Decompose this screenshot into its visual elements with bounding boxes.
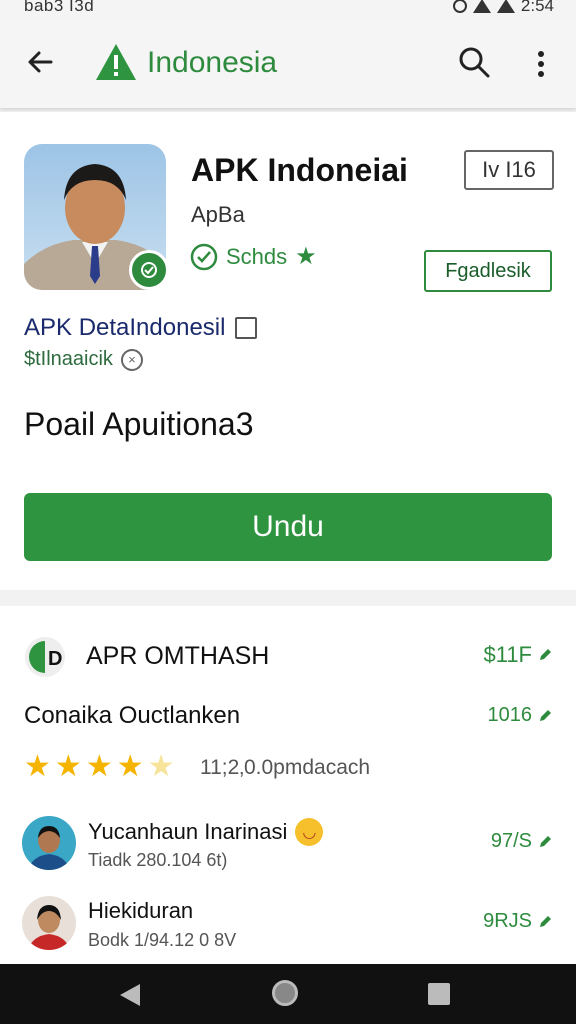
signal-icon xyxy=(496,0,515,13)
review-meta: Tiadk 280.104 6t) xyxy=(88,850,228,870)
detail-title-row: APK DetaIndonesil xyxy=(24,314,258,342)
status-left-text: bab3 I3d xyxy=(24,0,95,15)
sub-label: Conaika Ouctlanken xyxy=(24,702,241,729)
edit-icon xyxy=(540,835,551,847)
close-circle-icon[interactable]: × xyxy=(120,348,143,371)
rating-stars: ★ ★ ★ ★ ★ xyxy=(24,752,175,782)
star-half-icon: ★ xyxy=(147,750,175,783)
avatar xyxy=(22,816,76,870)
review-value[interactable]: 97/S xyxy=(491,830,552,853)
check-circle-icon xyxy=(190,243,218,270)
detail-subtitle-row: $tIlnaaicik × xyxy=(24,348,143,371)
rating-count-text: 11;2‚0.0pmdacach xyxy=(200,756,371,779)
review-value-text: 97/S xyxy=(490,830,532,852)
warning-logo-icon xyxy=(94,42,138,87)
reviewer-name: Yucanhaun Inarinasi xyxy=(88,819,288,844)
section-value-text: $11F xyxy=(483,642,532,667)
review-value[interactable]: 9RJS xyxy=(483,910,552,933)
star-icon: ★ xyxy=(85,750,113,783)
section-logo-icon: D xyxy=(24,636,66,678)
sub-value[interactable]: 1016 xyxy=(488,704,553,727)
system-nav-bar xyxy=(0,964,576,1024)
section-title: APR OMTHASH xyxy=(86,642,270,670)
rating-row: Schds ★ xyxy=(190,242,317,271)
back-arrow-icon[interactable] xyxy=(22,44,58,80)
star-icon: ★ xyxy=(54,750,82,783)
app-bar: Indonesia xyxy=(0,20,576,108)
star-icon: ★ xyxy=(24,750,51,783)
section-value[interactable]: $11F xyxy=(483,642,552,668)
data-saver-icon xyxy=(452,0,467,13)
review-meta: Bodk 1/94.12 0 8V xyxy=(88,930,237,950)
nav-recents-icon[interactable] xyxy=(428,983,450,1005)
more-vert-icon[interactable] xyxy=(526,46,556,82)
status-icons: 2:54 xyxy=(452,0,554,16)
svg-text:D: D xyxy=(48,648,62,670)
detail-title: APK DetaIndonesil xyxy=(24,314,226,341)
rating-label: Schds xyxy=(226,243,288,269)
download-button[interactable]: Undu xyxy=(24,493,552,561)
status-time: 2:54 xyxy=(520,0,554,15)
headline: Poail Apuitiona3 xyxy=(24,406,254,442)
reviewer-name: Hiekiduran xyxy=(88,898,194,923)
detail-subtitle: $tIlnaaicik xyxy=(24,348,113,370)
category-button[interactable]: Fgadlesik xyxy=(424,250,552,292)
app-name: APK Indoneiai xyxy=(191,152,408,188)
review-name-row: Yucanhaun Inarinasi ◡ xyxy=(88,818,324,846)
review-item[interactable]: Yucanhaun Inarinasi ◡ Tiadk 280.104 6t) … xyxy=(0,816,576,886)
search-icon[interactable] xyxy=(456,44,492,80)
app-bar-title: Indonesia xyxy=(147,46,278,79)
info-section: D APR OMTHASH $11F Conaika Ouctlanken 10… xyxy=(0,606,576,964)
review-value-text: 9RJS xyxy=(483,910,532,932)
nav-back-icon[interactable] xyxy=(116,982,142,1013)
status-bar: bab3 I3d 2:54 xyxy=(0,0,576,20)
wifi-icon xyxy=(472,0,491,13)
nav-home-icon[interactable] xyxy=(272,980,298,1006)
review-item[interactable]: Hiekiduran Bodk 1/94.12 0 8V 9RJS xyxy=(0,896,576,966)
developer-name[interactable]: ApBa xyxy=(191,202,245,228)
app-detail-card: APK Indoneiai ApBa Iv I16 Schds ★ Fgadle… xyxy=(0,112,576,590)
star-icon: ★ xyxy=(295,243,317,270)
emoji-icon: ◡ xyxy=(295,818,324,846)
avatar xyxy=(22,896,76,950)
version-badge: Iv I16 xyxy=(464,150,554,190)
sub-value-text: 1016 xyxy=(487,704,533,726)
review-name-row: Hiekiduran xyxy=(88,898,193,924)
info-box-icon[interactable] xyxy=(235,317,258,339)
verified-badge-icon xyxy=(129,250,169,290)
edit-icon xyxy=(540,649,551,660)
edit-icon xyxy=(540,709,551,721)
edit-icon xyxy=(540,915,551,927)
star-icon: ★ xyxy=(116,750,144,783)
